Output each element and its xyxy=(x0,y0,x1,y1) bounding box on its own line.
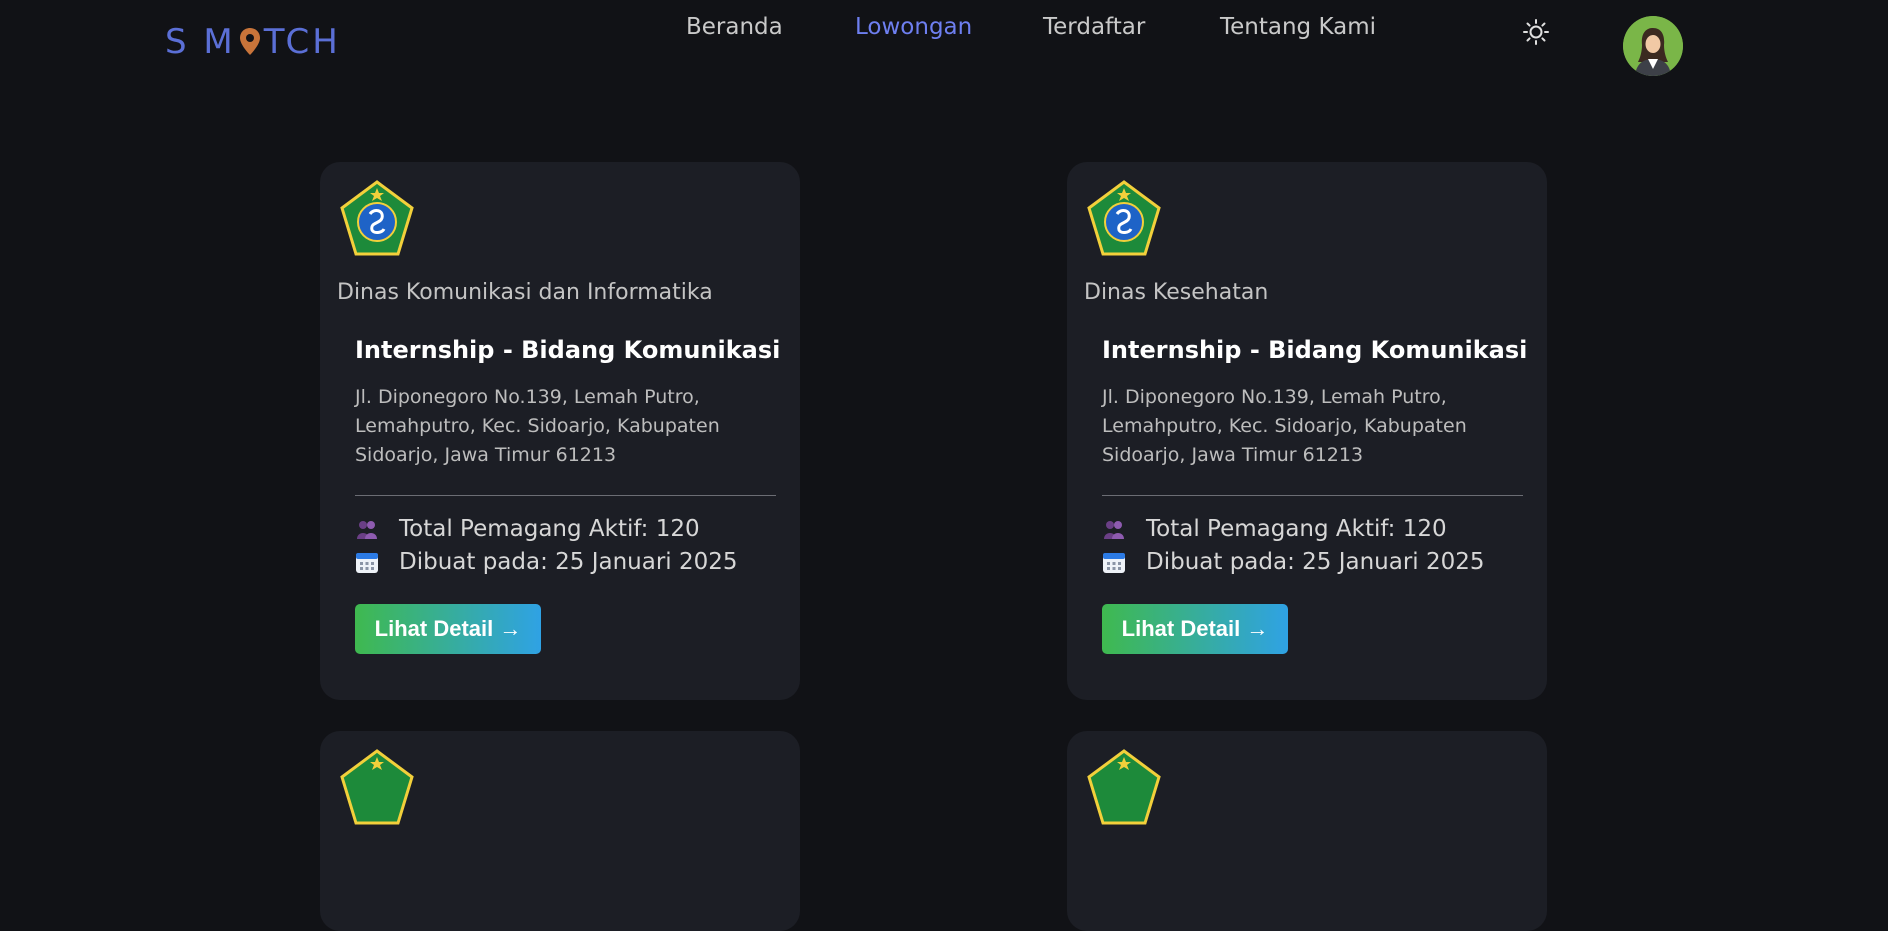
view-detail-button[interactable]: Lihat Detail → xyxy=(355,604,541,654)
created-date-stat: Dibuat pada: 25 Januari 2025 xyxy=(1102,547,1485,577)
logo[interactable]: S M TCH xyxy=(165,22,341,62)
people-icon xyxy=(355,517,379,541)
card-divider xyxy=(355,495,776,496)
logo-text-right: TCH xyxy=(263,22,341,62)
organization-name: Dinas Komunikasi dan Informatika xyxy=(337,280,713,305)
job-title: Internship - Bidang Komunikasi xyxy=(1102,336,1528,364)
sidoarjo-emblem-icon xyxy=(340,749,414,827)
user-avatar[interactable] xyxy=(1623,16,1683,76)
top-navbar: S M TCH Beranda Lowongan Terdaftar Tenta… xyxy=(0,0,1888,90)
active-interns-text: Total Pemagang Aktif: 120 xyxy=(1146,516,1447,542)
logo-text-left: S M xyxy=(165,22,236,62)
job-card: Dinas Komunikasi dan Informatika Interns… xyxy=(320,162,800,700)
job-address: Jl. Diponegoro No.139, Lemah Putro, Lema… xyxy=(1102,386,1467,466)
job-card xyxy=(1067,731,1547,931)
job-address: Jl. Diponegoro No.139, Lemah Putro, Lema… xyxy=(355,386,720,466)
job-title: Internship - Bidang Komunikasi xyxy=(355,336,781,364)
view-detail-button[interactable]: Lihat Detail → xyxy=(1102,604,1288,654)
sidoarjo-emblem-icon xyxy=(1087,180,1161,258)
organization-name: Dinas Kesehatan xyxy=(1084,280,1269,305)
sidoarjo-emblem-icon xyxy=(340,180,414,258)
created-date-text: Dibuat pada: 25 Januari 2025 xyxy=(1146,549,1485,575)
nav-beranda[interactable]: Beranda xyxy=(686,14,783,40)
active-interns-stat: Total Pemagang Aktif: 120 xyxy=(355,514,700,544)
card-divider xyxy=(1102,495,1523,496)
calendar-icon xyxy=(355,550,379,574)
location-pin-icon xyxy=(238,26,262,58)
active-interns-stat: Total Pemagang Aktif: 120 xyxy=(1102,514,1447,544)
nav-tentang-kami[interactable]: Tentang Kami xyxy=(1220,14,1376,40)
created-date-text: Dibuat pada: 25 Januari 2025 xyxy=(399,549,738,575)
nav-terdaftar[interactable]: Terdaftar xyxy=(1043,14,1145,40)
sun-icon[interactable] xyxy=(1522,18,1550,46)
job-card: Dinas Kesehatan Internship - Bidang Komu… xyxy=(1067,162,1547,700)
created-date-stat: Dibuat pada: 25 Januari 2025 xyxy=(355,547,738,577)
calendar-icon xyxy=(1102,550,1126,574)
active-interns-text: Total Pemagang Aktif: 120 xyxy=(399,516,700,542)
sidoarjo-emblem-icon xyxy=(1087,749,1161,827)
nav-lowongan[interactable]: Lowongan xyxy=(855,14,972,40)
people-icon xyxy=(1102,517,1126,541)
job-card xyxy=(320,731,800,931)
